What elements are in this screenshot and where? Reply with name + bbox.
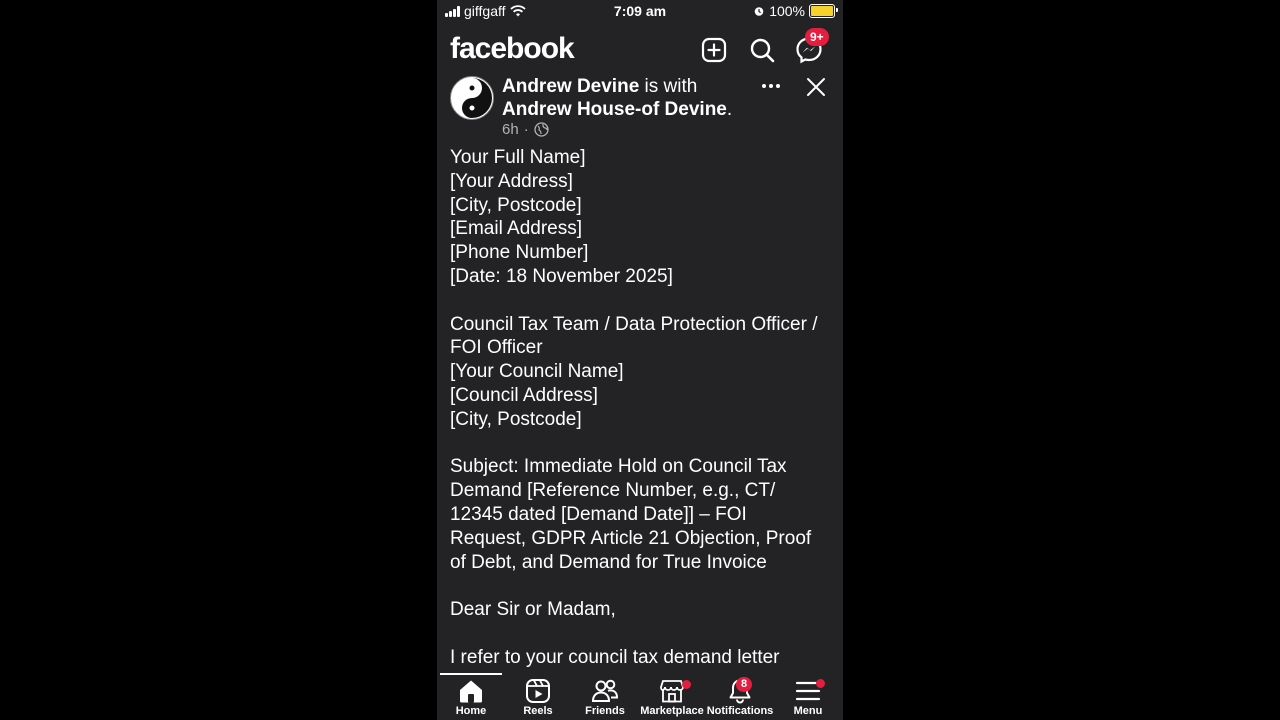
tagged-suffix: . — [726, 99, 733, 120]
search-button[interactable] — [748, 36, 776, 64]
post-text-line: Your Full Name] — [450, 147, 586, 168]
more-options-button[interactable] — [759, 74, 783, 98]
tab-marketplace-label: Marketplace — [640, 705, 704, 717]
search-icon — [750, 38, 775, 63]
notifications-badge: 8 — [736, 677, 753, 692]
tab-home-label: Home — [455, 705, 487, 717]
tab-home[interactable]: Home — [437, 677, 505, 719]
post-text-line: [City, Postcode] — [450, 408, 582, 430]
create-button[interactable] — [700, 36, 728, 64]
bottom-tab-bar: Home Reels Friends Marketplace 8 Notific… — [437, 673, 843, 720]
messenger-button[interactable]: 9+ — [795, 28, 829, 64]
post-time[interactable]: 6h — [502, 121, 519, 138]
post-meta: 6h · — [502, 121, 549, 138]
tab-reels[interactable]: Reels — [504, 677, 572, 719]
tab-reels-label: Reels — [523, 705, 553, 717]
post-text-line: [Your Council Name] — [450, 361, 624, 383]
battery-percent: 100% — [769, 3, 805, 19]
tagged-name[interactable]: Andrew House-of Devine — [502, 99, 727, 120]
marketplace-dot — [682, 680, 691, 689]
status-bar: giffgaff 7:09 am 100% — [437, 0, 843, 24]
tab-notifications-label: Notifications — [706, 705, 774, 717]
active-tab-indicator — [440, 673, 502, 675]
paragraph-spacer — [450, 574, 835, 598]
reels-icon — [526, 679, 550, 703]
post-text-line: [Email Address] — [450, 218, 582, 240]
post-text-line: [City, Postcode] — [450, 194, 582, 216]
post-author-line: Andrew Devine is with Andrew House-of De… — [502, 75, 752, 121]
paragraph-spacer — [450, 622, 835, 646]
tab-menu[interactable]: Menu — [774, 677, 842, 719]
paragraph-spacer — [450, 289, 835, 313]
plus-square-icon — [701, 37, 727, 63]
post-text-line: I refer to your council tax demand lette… — [450, 646, 780, 668]
friends-icon — [591, 679, 619, 702]
post-text-line: [Phone Number] — [450, 242, 589, 264]
with-text: is with — [639, 76, 698, 97]
yin-yang-avatar-image — [452, 78, 492, 118]
close-post-button[interactable] — [805, 76, 831, 102]
close-icon — [807, 78, 825, 96]
post-text-line: Council Tax Team / Data Protection Offic… — [450, 313, 818, 335]
status-right: 100% — [753, 3, 838, 19]
post-text-line: Request, GDPR Article 21 Objection, Proo… — [450, 527, 812, 549]
home-icon — [460, 680, 482, 703]
tab-marketplace[interactable]: Marketplace — [638, 677, 706, 719]
post-text-line: [Your Address] — [450, 170, 573, 192]
globe-icon — [534, 122, 549, 137]
messenger-badge: 9+ — [805, 28, 829, 46]
tab-friends[interactable]: Friends — [571, 677, 639, 719]
author-name[interactable]: Andrew Devine — [502, 76, 639, 97]
tab-friends-label: Friends — [585, 705, 625, 717]
meta-separator: · — [523, 121, 529, 138]
post-text-line: Subject: Immediate Hold on Council Tax — [450, 456, 787, 478]
post-text-line: Demand [Reference Number, e.g., CT/ — [450, 480, 776, 502]
battery-icon — [809, 4, 838, 18]
tab-notifications[interactable]: 8 Notifications — [706, 677, 774, 719]
post-body: Your Full Name] [Your Address] [City, Post… — [450, 146, 835, 670]
post-text-line: 12345 dated [Demand Date]] – FOI — [450, 503, 747, 525]
post-text-line: FOI Officer — [450, 337, 543, 359]
post-text-line: [Date: 18 November 2025] — [450, 265, 673, 287]
paragraph-spacer — [450, 432, 835, 456]
phone-screen: giffgaff 7:09 am 100% facebook 9+ Andrew… — [437, 0, 843, 720]
post-text-line: [Council Address] — [450, 384, 598, 406]
post-text-line: Dear Sir or Madam, — [450, 599, 616, 621]
author-avatar[interactable] — [450, 76, 494, 120]
alarm-icon — [754, 7, 764, 16]
ellipsis-icon — [762, 84, 780, 88]
post-text-line: of Debt, and Demand for True Invoice — [450, 551, 767, 573]
facebook-logo[interactable]: facebook — [450, 32, 575, 66]
tab-menu-label: Menu — [793, 705, 823, 717]
app-header: facebook 9+ — [437, 28, 843, 72]
menu-dot — [816, 679, 825, 688]
